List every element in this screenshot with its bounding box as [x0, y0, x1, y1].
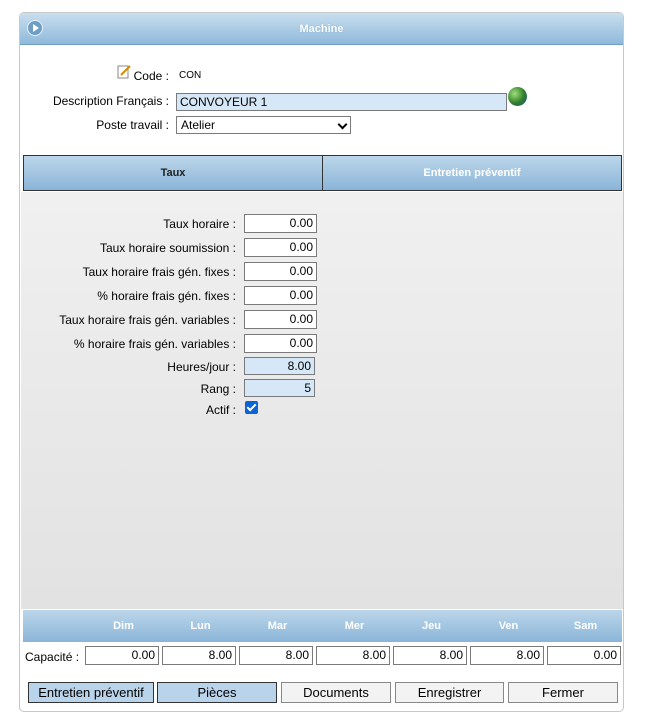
tab-entretien-preventif[interactable]: Entretien préventif	[322, 156, 621, 190]
chevron-down-icon	[337, 119, 348, 130]
day-ven: Ven	[498, 620, 519, 632]
tab-taux[interactable]: Taux	[24, 156, 322, 190]
heures-jour-label: Heures/jour :	[167, 360, 236, 374]
day-dim: Dim	[113, 620, 134, 632]
poste-label: Poste travail :	[96, 118, 169, 132]
tab-bar: Taux Entretien préventif	[23, 155, 622, 191]
entretien-preventif-button[interactable]: Entretien préventif	[28, 682, 154, 703]
day-mer: Mer	[344, 620, 365, 632]
taux-horaire-input[interactable]: 0.00	[244, 214, 317, 233]
day-mar: Mar	[267, 620, 288, 632]
capacite-jeu-input[interactable]: 8.00	[393, 646, 467, 665]
actif-label: Actif :	[205, 403, 236, 417]
capacite-mer-input[interactable]: 8.00	[316, 646, 390, 665]
capacite-lun-input[interactable]: 8.00	[162, 646, 236, 665]
day-lun: Lun	[190, 620, 211, 632]
taux-horaire-soumission-label: Taux horaire soumission :	[99, 241, 236, 255]
code-value: CON	[179, 70, 202, 81]
pieces-button[interactable]: Pièces	[157, 682, 277, 703]
heures-jour-input[interactable]: 8.00	[244, 357, 315, 375]
fermer-button[interactable]: Fermer	[508, 682, 618, 703]
pct-horaire-fg-fixes-label: % horaire frais gén. fixes :	[97, 289, 236, 303]
documents-button[interactable]: Documents	[281, 682, 391, 703]
pct-horaire-fg-fixes-input[interactable]: 0.00	[244, 286, 317, 305]
day-sam: Sam	[573, 620, 598, 632]
capacite-mar-input[interactable]: 8.00	[239, 646, 313, 665]
poste-travail-value: Atelier	[181, 118, 216, 132]
poste-travail-select[interactable]: Atelier	[176, 116, 351, 134]
taux-horaire-fg-variables-label: Taux horaire frais gén. variables :	[59, 313, 236, 327]
taux-horaire-label: Taux horaire :	[163, 217, 236, 231]
window-titlebar: Machine	[20, 13, 623, 45]
description-label: Description Français :	[52, 94, 169, 108]
taux-horaire-soumission-input[interactable]: 0.00	[244, 238, 317, 257]
day-jeu: Jeu	[422, 620, 441, 632]
capacite-label: Capacité :	[25, 650, 80, 664]
taux-panel: Taux horaire : 0.00 Taux horaire soumiss…	[21, 192, 623, 609]
taux-horaire-fg-fixes-input[interactable]: 0.00	[244, 262, 317, 281]
navigate-arrow-icon[interactable]	[27, 20, 43, 36]
rang-label: Rang :	[200, 382, 236, 396]
capacite-ven-input[interactable]: 8.00	[470, 646, 544, 665]
description-input[interactable]: CONVOYEUR 1	[176, 93, 507, 111]
rang-input[interactable]: 5	[244, 379, 315, 397]
globe-icon[interactable]	[508, 87, 527, 106]
capacite-sam-input[interactable]: 0.00	[547, 646, 621, 665]
capacity-day-header: Dim Lun Mar Mer Jeu Ven Sam	[23, 610, 622, 642]
code-label: Code :	[133, 69, 169, 83]
actif-checkbox[interactable]	[245, 401, 258, 414]
pct-horaire-fg-variables-input[interactable]: 0.00	[244, 334, 317, 353]
taux-horaire-fg-fixes-label: Taux horaire frais gén. fixes :	[82, 265, 236, 279]
machine-window: Machine Code : CON Description Français …	[19, 12, 624, 712]
capacite-dim-input[interactable]: 0.00	[85, 646, 159, 665]
taux-horaire-fg-variables-input[interactable]: 0.00	[244, 310, 317, 329]
enregistrer-button[interactable]: Enregistrer	[395, 682, 504, 703]
window-title: Machine	[299, 23, 344, 35]
pct-horaire-fg-variables-label: % horaire frais gén. variables :	[73, 337, 236, 351]
